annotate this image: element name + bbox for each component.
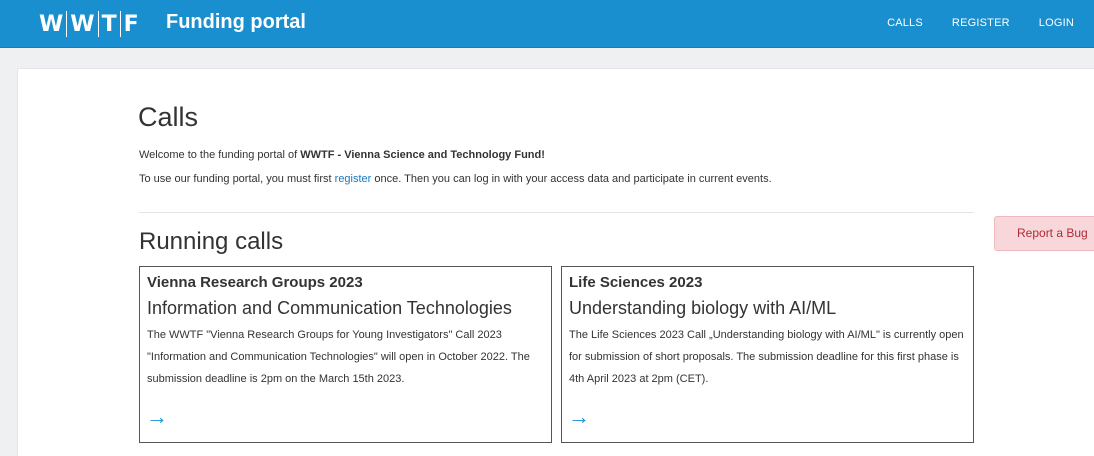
call-subtitle: Understanding biology with AI/ML: [569, 298, 837, 318]
page-title: Calls: [138, 102, 199, 132]
main-nav: CALLS REGISTER LOGIN: [858, 17, 1074, 29]
nav-calls-link[interactable]: CALLS: [887, 17, 923, 29]
top-navbar: W W T F Funding portal CALLS REGISTER LO…: [0, 0, 1094, 48]
call-card[interactable]: Vienna Research Groups 2023 Information …: [139, 266, 552, 443]
instructions-prefix: To use our funding portal, you must firs…: [139, 173, 335, 185]
logo-letter: W: [39, 11, 64, 37]
instructions-suffix: once. Then you can log in with your acce…: [371, 173, 772, 185]
report-bug-button[interactable]: Report a Bug: [994, 216, 1094, 251]
welcome-prefix: Welcome to the funding portal of: [139, 149, 301, 161]
portal-title[interactable]: Funding portal: [166, 11, 306, 34]
arrow-right-icon[interactable]: →: [568, 406, 590, 428]
logo-letter: F: [123, 11, 139, 37]
register-link[interactable]: register: [335, 173, 372, 185]
instructions-text: To use our funding portal, you must firs…: [139, 172, 772, 186]
call-description: The WWTF "Vienna Research Groups for You…: [147, 329, 530, 385]
logo-letter: T: [101, 11, 117, 37]
nav-login-link[interactable]: LOGIN: [1039, 17, 1074, 29]
call-title: Vienna Research Groups 2023: [147, 274, 363, 291]
welcome-text: Welcome to the funding portal of WWTF - …: [139, 148, 545, 162]
arrow-right-icon[interactable]: →: [146, 406, 168, 428]
call-description: The Life Sciences 2023 Call „Understandi…: [569, 329, 964, 385]
welcome-org-name: WWTF - Vienna Science and Technology Fun…: [300, 149, 545, 161]
nav-register-link[interactable]: REGISTER: [952, 17, 1010, 29]
logo-letter: W: [70, 11, 95, 37]
call-subtitle: Information and Communication Technologi…: [147, 298, 512, 318]
wwtf-logo[interactable]: W W T F: [36, 9, 142, 39]
section-divider: [139, 212, 974, 213]
running-calls-heading: Running calls: [139, 228, 284, 255]
call-title: Life Sciences 2023: [569, 274, 703, 291]
call-card[interactable]: Life Sciences 2023 Understanding biology…: [561, 266, 974, 443]
